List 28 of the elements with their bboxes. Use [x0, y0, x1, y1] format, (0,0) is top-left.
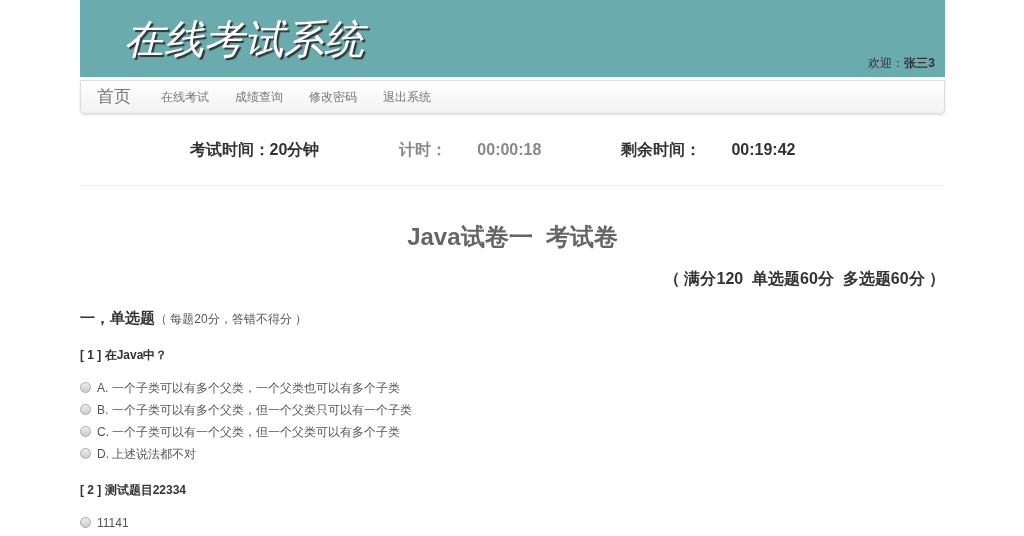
section-note: （ 每题20分，答错不得分 ） — [155, 311, 307, 328]
remaining-label: 剩余时间： — [621, 139, 702, 160]
question-title: [ 1 ] 在Java中？ — [80, 346, 169, 364]
radio-button[interactable] — [80, 517, 91, 528]
nav-link[interactable]: 成绩查询 — [235, 88, 283, 106]
radio-button[interactable] — [80, 382, 91, 393]
radio-button[interactable] — [80, 404, 91, 415]
paper-title: Java试卷一 考试卷 — [407, 222, 618, 252]
option-label: 11141 — [97, 514, 129, 532]
radio-button[interactable] — [80, 448, 91, 459]
user-name: 张三3 — [904, 56, 935, 70]
nav-link[interactable]: 修改密码 — [309, 88, 357, 106]
welcome-label: 欢迎： — [868, 56, 905, 70]
nav-link[interactable]: 在线考试 — [161, 88, 209, 106]
remaining-time: 00:19:42 — [731, 139, 796, 160]
option-label: C. 一个子类可以有一个父类，但一个父类可以有多个子类 — [97, 423, 401, 441]
elapsed-time: 00:00:18 — [477, 139, 542, 160]
score-summary: （ 满分120 单选题60分 多选题60分 ） — [664, 269, 945, 289]
option-label: A. 一个子类可以有多个父类，一个父类也可以有多个子类 — [97, 379, 400, 397]
elapsed-label: 计时： — [399, 139, 448, 160]
home-link[interactable]: 首页 — [97, 84, 131, 110]
nav-link[interactable]: 退出系统 — [383, 88, 431, 106]
radio-button[interactable] — [80, 426, 91, 437]
section-heading: 一，单选题 — [80, 308, 155, 328]
option-label: D. 上述说法都不对 — [97, 445, 197, 463]
option-label: B. 一个子类可以有多个父类，但一个父类只可以有一个子类 — [97, 401, 412, 419]
exam-duration: 考试时间：20分钟 — [189, 139, 320, 160]
question-title: [ 2 ] 测试题目22334 — [80, 481, 188, 499]
